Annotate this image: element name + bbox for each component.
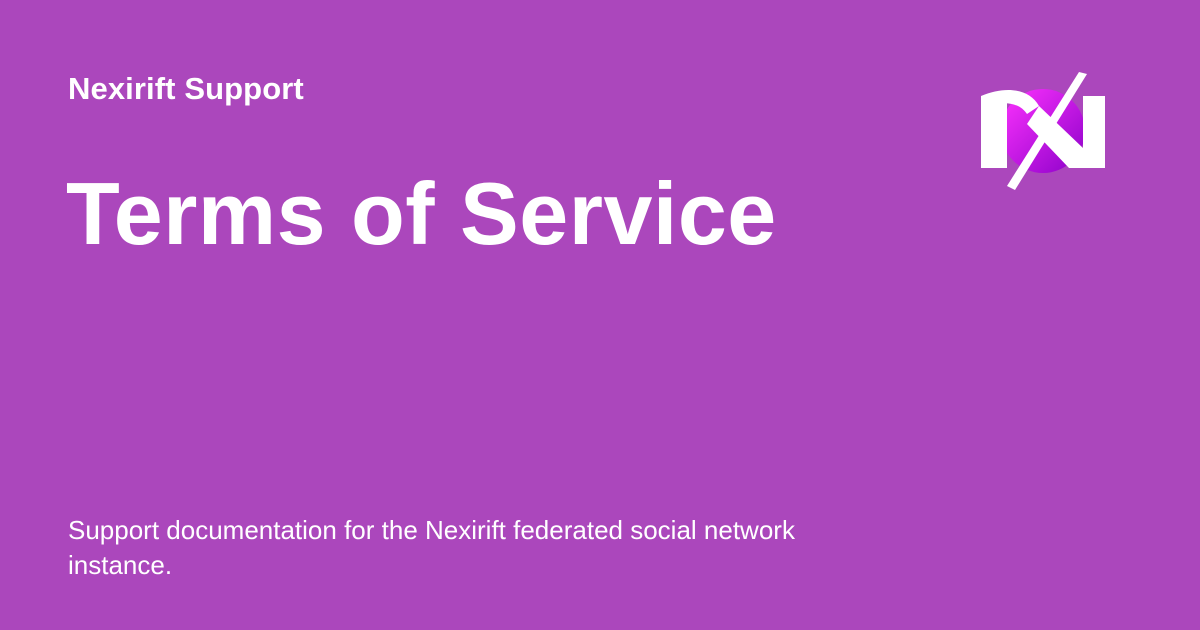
logo-right-stroke — [1083, 96, 1105, 168]
nexirift-logo-icon — [981, 72, 1105, 190]
page-title: Terms of Service — [66, 164, 777, 263]
site-name: Nexirift Support — [68, 71, 304, 106]
page-description: Support documentation for the Nexirift f… — [68, 515, 795, 580]
social-card: Nexirift Support Terms of Service Suppor… — [0, 0, 1200, 630]
logo-left-stroke — [981, 96, 1007, 168]
